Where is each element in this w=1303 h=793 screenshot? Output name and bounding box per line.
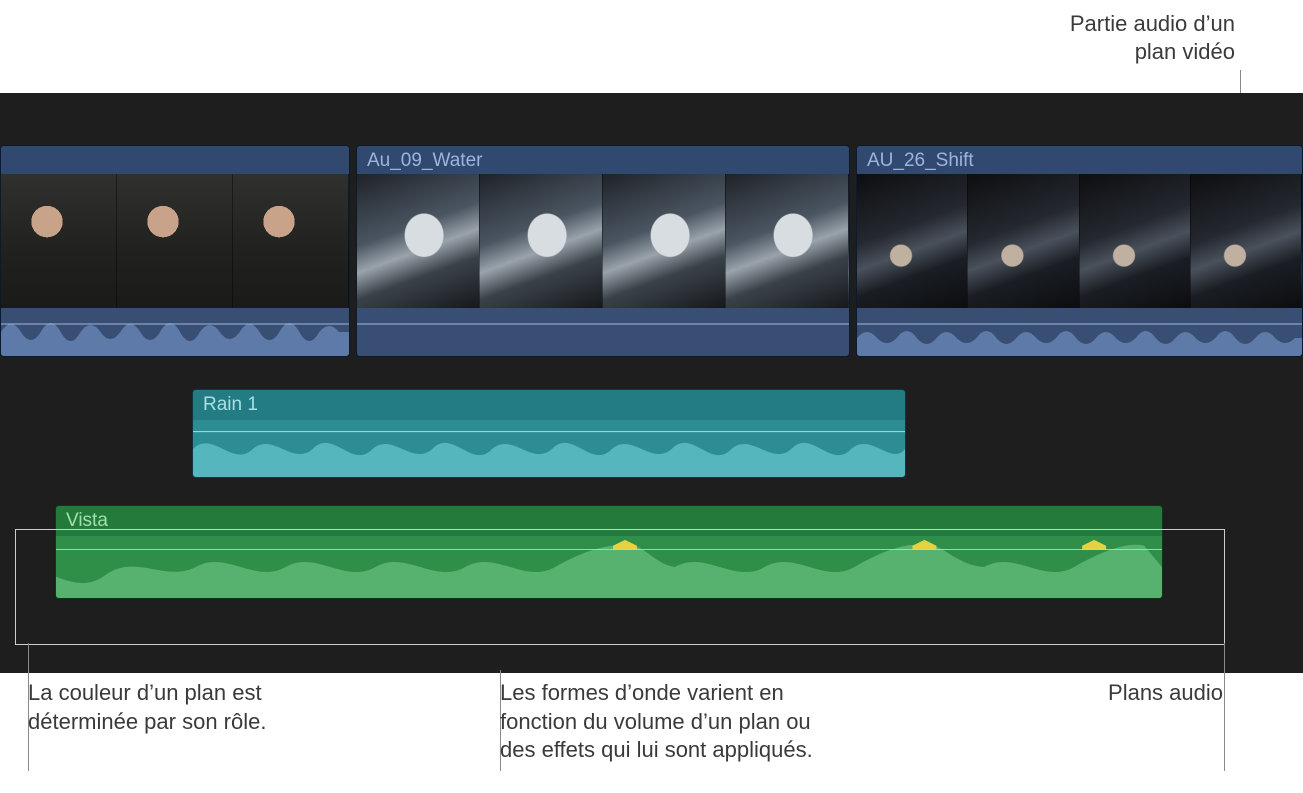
thumbnail-frame bbox=[726, 174, 849, 310]
clip-title bbox=[1, 146, 349, 174]
annotation-audio-clips: Plans audio bbox=[1108, 679, 1223, 708]
clip-waveform[interactable] bbox=[56, 536, 1162, 598]
annotation-audio-portion: Partie audio d’un plan vidéo bbox=[1070, 10, 1235, 65]
clip-audio-lane[interactable] bbox=[357, 308, 849, 356]
clip-thumbnails bbox=[1, 174, 349, 310]
timeline-panel: Au_09_Water AU_26_Shift bbox=[0, 93, 1303, 673]
thumbnail-frame bbox=[1080, 174, 1191, 310]
audio-clip-vista[interactable]: Vista bbox=[55, 505, 1163, 599]
annotation-line: La couleur d’un plan est bbox=[28, 679, 266, 708]
clip-thumbnails bbox=[857, 174, 1302, 310]
thumbnail-frame bbox=[1, 174, 117, 310]
thumbnail-frame bbox=[603, 174, 726, 310]
annotation-line: Les formes d’onde varient en bbox=[500, 679, 813, 708]
clip-title: Au_09_Water bbox=[357, 146, 849, 174]
video-clip[interactable]: Au_09_Water bbox=[356, 145, 850, 357]
annotation-line: Plans audio bbox=[1108, 679, 1223, 708]
clip-title: Rain 1 bbox=[193, 390, 905, 420]
thumbnail-frame bbox=[233, 174, 349, 310]
audio-clip-rain[interactable]: Rain 1 bbox=[192, 389, 906, 478]
video-clip[interactable] bbox=[0, 145, 350, 357]
thumbnail-frame bbox=[857, 174, 968, 310]
annotation-line: plan vidéo bbox=[1070, 38, 1235, 66]
video-clip[interactable]: AU_26_Shift bbox=[856, 145, 1303, 357]
thumbnail-frame bbox=[357, 174, 480, 310]
annotation-line: fonction du volume d’un plan ou bbox=[500, 708, 813, 737]
clip-title: AU_26_Shift bbox=[857, 146, 1302, 174]
clip-waveform[interactable] bbox=[193, 420, 905, 477]
annotation-waveform-variation: Les formes d’onde varient en fonction du… bbox=[500, 679, 813, 765]
thumbnail-frame bbox=[1191, 174, 1302, 310]
thumbnail-frame bbox=[117, 174, 233, 310]
clip-thumbnails bbox=[357, 174, 849, 310]
thumbnail-frame bbox=[968, 174, 1079, 310]
primary-storyline: Au_09_Water AU_26_Shift bbox=[0, 145, 1303, 357]
clip-title: Vista bbox=[56, 506, 1162, 536]
annotation-line: Partie audio d’un bbox=[1070, 10, 1235, 38]
annotation-role-color: La couleur d’un plan est déterminée par … bbox=[28, 679, 266, 736]
leader-line bbox=[1224, 643, 1225, 771]
annotation-line: des effets qui lui sont appliqués. bbox=[500, 736, 813, 765]
annotation-line: déterminée par son rôle. bbox=[28, 708, 266, 737]
clip-audio-lane[interactable] bbox=[857, 308, 1302, 356]
thumbnail-frame bbox=[480, 174, 603, 310]
clip-audio-lane[interactable] bbox=[1, 308, 349, 356]
